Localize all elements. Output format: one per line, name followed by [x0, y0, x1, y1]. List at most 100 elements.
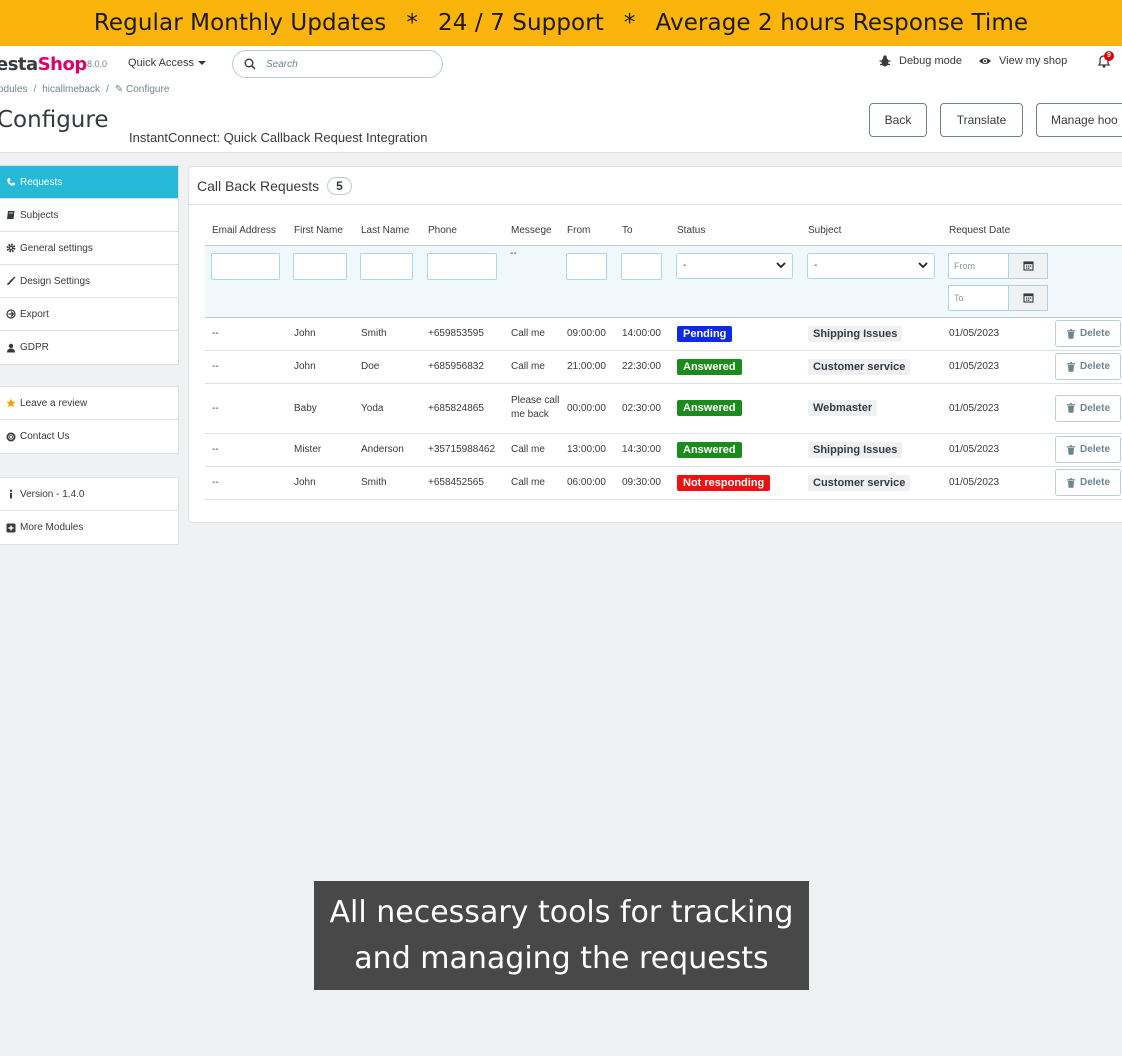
delete-button[interactable]: Delete: [1055, 353, 1121, 380]
delete-button[interactable]: Delete: [1055, 436, 1121, 463]
column-header-status[interactable]: Status: [670, 217, 801, 245]
cell-first-name: John: [287, 350, 354, 384]
plus-square-icon: [6, 523, 16, 533]
delete-button[interactable]: Delete: [1055, 394, 1121, 422]
back-button[interactable]: Back: [869, 103, 927, 137]
shop-version: 8.0.0: [87, 59, 108, 69]
delete-button[interactable]: Delete: [1055, 320, 1121, 347]
quick-access-dropdown[interactable]: Quick Access: [128, 57, 207, 69]
trash-icon: [1066, 444, 1075, 455]
column-header-to[interactable]: To: [615, 217, 670, 245]
table-row: -- John Doe +685956832 Call me 21:00:00 …: [205, 350, 1122, 384]
phone-filter-input[interactable]: [427, 252, 497, 280]
chevron-down-icon: [918, 262, 928, 269]
sidebar-item-subjects[interactable]: Subjects: [0, 199, 178, 232]
message-filter-placeholder: --: [510, 247, 517, 259]
table-row: -- John Smith +659853595 Call me 09:00:0…: [205, 317, 1122, 351]
logo-text-pink: Shop: [37, 54, 88, 75]
delete-button[interactable]: Delete: [1055, 469, 1121, 496]
date-to-input[interactable]: To: [948, 284, 1010, 311]
cell-email: --: [205, 433, 287, 467]
cell-to: 14:30:00: [615, 433, 670, 467]
last-name-filter-input[interactable]: [360, 252, 413, 280]
cell-message: Call me: [504, 350, 560, 384]
sidebar-item-export[interactable]: Export: [0, 298, 178, 331]
column-header-subject[interactable]: Subject: [801, 217, 942, 245]
prestashop-logo[interactable]: estaShop: [0, 54, 87, 75]
breadcrumb-configure: Configure: [126, 84, 170, 95]
from-filter-input[interactable]: [566, 252, 607, 280]
requests-table: Email Address First Name Last Name Phone…: [205, 217, 1122, 500]
sidebar-item-design-settings[interactable]: Design Settings: [0, 265, 178, 298]
promo-item-response: Average 2 hours Response Time: [655, 10, 1029, 36]
column-header-request-date[interactable]: Request Date: [942, 217, 1048, 245]
sidebar-item-leave-review[interactable]: Leave a review: [0, 387, 178, 420]
page-subtitle: InstantConnect: Quick Callback Request I…: [129, 130, 428, 145]
cell-to: 22:30:00: [615, 350, 670, 384]
status-filter-select[interactable]: -: [676, 252, 793, 279]
trash-icon: [1066, 403, 1075, 413]
delete-label: Delete: [1079, 328, 1110, 339]
sidebar-item-general-settings[interactable]: General settings: [0, 232, 178, 265]
promo-bar: Regular Monthly Updates * 24 / 7 Support…: [0, 0, 1122, 46]
subject-badge: Webmaster: [808, 400, 878, 416]
caption-line-1: All necessary tools for tracking: [329, 895, 794, 930]
search-box[interactable]: [232, 50, 443, 78]
date-from-input[interactable]: From: [948, 252, 1010, 279]
status-badge: Not responding: [677, 474, 771, 491]
notifications-button[interactable]: 9: [1096, 51, 1114, 69]
cell-phone: +658452565: [421, 466, 504, 500]
requests-count-badge: 5: [327, 176, 352, 195]
date-to-picker-button[interactable]: [1009, 284, 1048, 311]
column-header-last-name[interactable]: Last Name: [354, 217, 421, 245]
cell-email: --: [205, 383, 287, 434]
star-icon: [6, 398, 16, 408]
caption-line-2: and managing the requests: [354, 941, 769, 976]
export-icon: [6, 309, 16, 319]
sidebar-item-requests[interactable]: Requests: [0, 166, 178, 199]
subject-badge: Shipping Issues: [808, 441, 903, 458]
sidebar-item-label: General settings: [20, 242, 93, 254]
sidebar-item-gdpr[interactable]: GDPR: [0, 331, 178, 364]
cell-last-name: Smith: [354, 466, 421, 500]
chevron-down-icon: [776, 262, 786, 269]
to-filter-input[interactable]: [621, 252, 662, 280]
delete-label: Delete: [1079, 402, 1110, 414]
first-name-filter-input[interactable]: [293, 252, 347, 280]
bug-icon: [879, 55, 891, 67]
column-header-message[interactable]: Messege: [504, 217, 560, 245]
view-shop-link[interactable]: View my shop: [978, 54, 1067, 68]
cell-email: --: [205, 466, 287, 500]
sidebar-item-more-modules[interactable]: More Modules: [0, 511, 178, 544]
column-header-first-name[interactable]: First Name: [287, 217, 354, 245]
search-input[interactable]: [266, 58, 426, 70]
sidebar-item-label: Export: [20, 308, 49, 320]
cell-message: Call me: [504, 433, 560, 467]
breadcrumb-module[interactable]: hicallmeback: [42, 84, 100, 95]
eye-icon: [979, 58, 991, 64]
date-from-picker-button[interactable]: [1009, 252, 1048, 279]
manage-hooks-button[interactable]: Manage hoo: [1036, 103, 1122, 137]
email-filter-input[interactable]: [211, 252, 280, 280]
debug-mode-link[interactable]: Debug mode: [878, 54, 962, 68]
quick-access-label: Quick Access: [128, 57, 195, 69]
sidebar-item-label: Contact Us: [20, 431, 70, 442]
info-icon: [6, 489, 16, 499]
column-header-from[interactable]: From: [560, 217, 615, 245]
subject-badge: Customer service: [808, 358, 911, 375]
column-header-phone[interactable]: Phone: [421, 217, 504, 245]
table-row: -- Mister Anderson +35715988462 Call me …: [205, 433, 1122, 467]
subject-filter-select[interactable]: -: [807, 252, 935, 279]
sidebar-item-contact-us[interactable]: Contact Us: [0, 420, 178, 453]
delete-label: Delete: [1079, 477, 1110, 488]
column-header-email[interactable]: Email Address: [205, 217, 287, 245]
breadcrumb-modules[interactable]: odules: [0, 84, 27, 95]
logo-text-dark: esta: [0, 54, 38, 75]
cell-first-name: John: [287, 317, 354, 351]
promo-item-updates: Regular Monthly Updates: [93, 10, 387, 36]
cell-request-date: 01/05/2023: [942, 433, 1048, 467]
translate-button[interactable]: Translate: [940, 103, 1023, 137]
page-title: Configure: [0, 107, 109, 133]
promo-separator: *: [623, 10, 636, 36]
calendar-icon: [1023, 293, 1034, 303]
